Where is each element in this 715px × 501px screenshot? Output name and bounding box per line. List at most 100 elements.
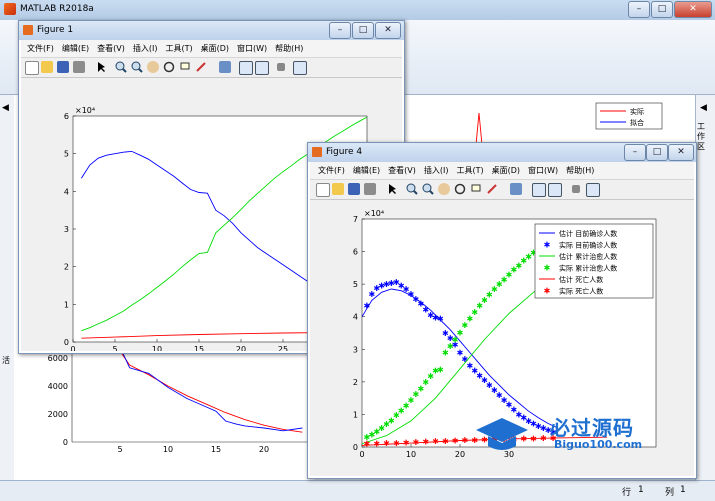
hide-plot-tools-icon[interactable]	[572, 185, 580, 193]
workspace-panel-collapsed[interactable]: ◀	[695, 95, 715, 480]
menu-edit[interactable]: 编辑(E)	[62, 43, 89, 54]
rotate-3d-icon[interactable]	[163, 61, 175, 73]
data-point: ✱	[452, 436, 459, 445]
menu-file[interactable]: 文件(F)	[318, 165, 345, 176]
show-plot-tools-icon[interactable]	[586, 183, 600, 197]
open-file-icon[interactable]	[41, 61, 53, 73]
pointer-icon[interactable]	[95, 61, 107, 73]
maximize-button[interactable]: □	[651, 1, 673, 18]
x-tick-label: 15	[211, 445, 221, 454]
menu-insert[interactable]: 插入(I)	[424, 165, 449, 176]
link-plot-icon[interactable]	[219, 61, 231, 73]
open-file-icon[interactable]	[332, 183, 344, 195]
y-exponent-label: ×10⁴	[364, 209, 384, 218]
figure-4-title-bar[interactable]: Figure 4 – □ ✕	[308, 143, 696, 162]
data-point: ✱	[364, 440, 371, 449]
y-tick-label: 2	[64, 263, 69, 272]
save-icon[interactable]	[348, 183, 360, 195]
y-tick-label: 4	[353, 313, 358, 322]
legend-label: 估计 累计治愈人数	[559, 252, 617, 261]
menu-help[interactable]: 帮助(H)	[566, 165, 594, 176]
figure-1-title-bar[interactable]: Figure 1 – □ ✕	[19, 21, 404, 40]
menu-tools[interactable]: 工具(T)	[456, 165, 483, 176]
insert-colorbar-icon[interactable]	[532, 183, 546, 197]
menu-view[interactable]: 查看(V)	[97, 43, 125, 54]
menu-window[interactable]: 窗口(W)	[528, 165, 558, 176]
print-icon[interactable]	[73, 61, 85, 73]
current-folder-panel-collapsed[interactable]: ◀ 活	[0, 95, 15, 480]
y-tick-label: 0	[64, 338, 69, 347]
close-button[interactable]: ✕	[375, 22, 401, 39]
matlab-title-bar: MATLAB R2018a – □ ✕	[0, 0, 715, 20]
y-tick-label: 3	[353, 345, 358, 354]
hide-plot-tools-icon[interactable]	[277, 63, 285, 71]
zoom-out-icon[interactable]	[131, 61, 143, 73]
insert-legend-icon[interactable]	[548, 183, 562, 197]
zoom-in-icon[interactable]	[115, 61, 127, 73]
y-tick-label: 4000	[48, 382, 68, 391]
menu-window[interactable]: 窗口(W)	[237, 43, 267, 54]
menu-view[interactable]: 查看(V)	[388, 165, 416, 176]
minimize-button[interactable]: –	[329, 22, 351, 39]
new-figure-icon[interactable]	[316, 183, 330, 197]
menu-tools[interactable]: 工具(T)	[165, 43, 192, 54]
x-tick-label: 10	[163, 445, 173, 454]
menu-insert[interactable]: 插入(I)	[133, 43, 158, 54]
maximize-button[interactable]: □	[352, 22, 374, 39]
matlab-window-title: MATLAB R2018a	[20, 4, 94, 14]
legend-label: 拟合	[630, 118, 644, 127]
data-point: ✱	[432, 437, 439, 446]
new-figure-icon[interactable]	[25, 61, 39, 75]
brush-icon[interactable]	[195, 61, 207, 73]
minimize-button[interactable]: –	[624, 144, 646, 161]
watermark-sub-text: Biguo100.com	[554, 438, 643, 451]
show-plot-tools-icon[interactable]	[293, 61, 307, 75]
insert-colorbar-icon[interactable]	[239, 61, 253, 75]
insert-legend-icon[interactable]	[255, 61, 269, 75]
y-tick-label: 5	[353, 280, 358, 289]
menu-desktop[interactable]: 桌面(D)	[201, 43, 229, 54]
figure-1-toolbar	[21, 58, 402, 78]
panel-expand-icon[interactable]: ◀	[2, 103, 9, 113]
menu-file[interactable]: 文件(F)	[27, 43, 54, 54]
x-tick-label: 10	[152, 345, 162, 351]
y-tick-label: 3	[64, 225, 69, 234]
link-plot-icon[interactable]	[510, 183, 522, 195]
zoom-in-icon[interactable]	[406, 183, 418, 195]
pan-icon[interactable]	[147, 61, 159, 73]
minimize-button[interactable]: –	[628, 1, 650, 18]
figure-icon	[312, 147, 322, 157]
maximize-button[interactable]: □	[646, 144, 668, 161]
y-tick-label: 0	[353, 443, 358, 452]
menu-help[interactable]: 帮助(H)	[275, 43, 303, 54]
data-cursor-icon[interactable]	[179, 61, 191, 73]
x-tick-label: 20	[259, 445, 269, 454]
y-tick-label: 6	[353, 248, 358, 257]
menu-desktop[interactable]: 桌面(D)	[492, 165, 520, 176]
zoom-out-icon[interactable]	[422, 183, 434, 195]
matlab-logo-icon	[4, 3, 16, 15]
figure-1-menubar: 文件(F) 编辑(E) 查看(V) 插入(I) 工具(T) 桌面(D) 窗口(W) 帮助(H)	[21, 40, 402, 58]
x-tick-label: 20	[455, 450, 465, 459]
y-tick-label: 2000	[48, 410, 68, 419]
x-tick-label: 10	[406, 450, 416, 459]
pan-icon[interactable]	[438, 183, 450, 195]
data-point: ✱	[422, 437, 429, 446]
legend-marker: ✱	[544, 287, 551, 296]
figure-icon	[23, 25, 33, 35]
legend-label: 估计 死亡人数	[559, 275, 603, 284]
close-button[interactable]: ✕	[674, 1, 712, 18]
pointer-icon[interactable]	[386, 183, 398, 195]
y-tick-label: 1	[64, 300, 69, 309]
panel-expand-icon[interactable]: ◀	[700, 103, 707, 113]
rotate-3d-icon[interactable]	[454, 183, 466, 195]
brush-icon[interactable]	[486, 183, 498, 195]
figure-4-toolbar	[310, 180, 694, 200]
y-tick-label: 6000	[48, 354, 68, 363]
menu-edit[interactable]: 编辑(E)	[353, 165, 380, 176]
print-icon[interactable]	[364, 183, 376, 195]
x-tick-label: 20	[236, 345, 246, 351]
save-icon[interactable]	[57, 61, 69, 73]
close-button[interactable]: ✕	[668, 144, 694, 161]
data-cursor-icon[interactable]	[470, 183, 482, 195]
